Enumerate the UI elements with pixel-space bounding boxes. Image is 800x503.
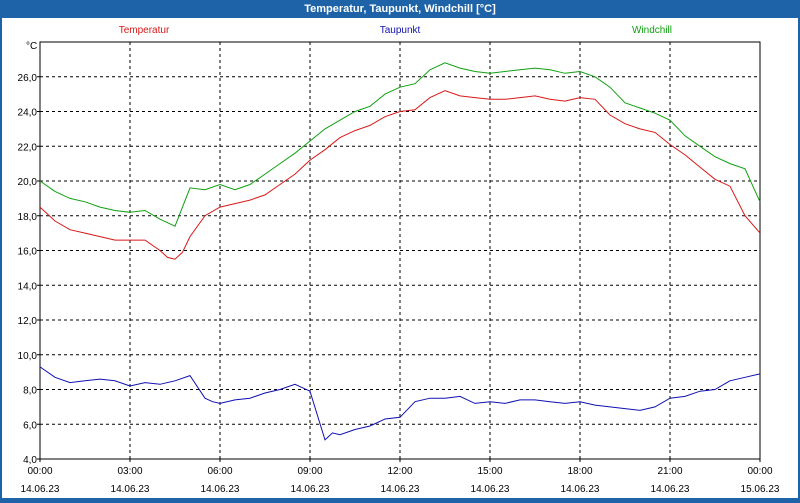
x-tick-label-time: 03:00 [117, 466, 142, 477]
chart-title: Temperatur, Taupunkt, Windchill [°C] [304, 3, 496, 15]
y-axis-label: °C [26, 41, 37, 52]
x-tick-label-time: 00:00 [747, 466, 772, 477]
x-tick-label-date: 15.06.23 [741, 484, 780, 495]
y-tick-label: 18,0 [18, 212, 38, 223]
legend-entry-taupunkt: Taupunkt [380, 25, 421, 36]
y-tick-label: 14,0 [18, 281, 38, 292]
x-tick-label-date: 14.06.23 [381, 484, 420, 495]
x-tick-label-date: 14.06.23 [471, 484, 510, 495]
y-tick-label: 26,0 [18, 73, 38, 84]
x-tick-label-date: 14.06.23 [651, 484, 690, 495]
y-tick-label: 20,0 [18, 177, 38, 188]
x-tick-label-time: 00:00 [27, 466, 52, 477]
y-tick-label: 10,0 [18, 351, 38, 362]
x-tick-label-time: 06:00 [207, 466, 232, 477]
y-tick-label: 12,0 [18, 316, 38, 327]
y-tick-label: 6,0 [23, 420, 37, 431]
x-tick-label-date: 14.06.23 [561, 484, 600, 495]
y-tick-label: 8,0 [23, 386, 37, 397]
x-tick-label-time: 09:00 [297, 466, 322, 477]
x-tick-label-time: 21:00 [657, 466, 682, 477]
x-tick-label-time: 18:00 [567, 466, 592, 477]
x-tick-label-date: 14.06.23 [111, 484, 150, 495]
line-chart: 4,0 6,0 8,0 10,0 12,0 14,0 16,0 18,0 20,0 22,0 24,… [18, 25, 780, 495]
x-tick-label-time: 15:00 [477, 466, 502, 477]
legend-entry-temperatur: Temperatur [119, 25, 170, 36]
x-tick-label-date: 14.06.23 [201, 484, 240, 495]
y-tick-label: 16,0 [18, 247, 38, 258]
x-tick-label-time: 12:00 [387, 466, 412, 477]
legend-entry-windchill: Windchill [632, 25, 672, 36]
y-tick-label: 24,0 [18, 108, 38, 119]
y-tick-label: 4,0 [23, 455, 37, 466]
y-tick-label: 22,0 [18, 142, 38, 153]
chart-panel: 4,0 6,0 8,0 10,0 12,0 14,0 16,0 18,0 20,0 22,0 24,… [2, 18, 798, 498]
x-tick-label-date: 14.06.23 [291, 484, 330, 495]
x-tick-label-date: 14.06.23 [21, 484, 60, 495]
chart-window: Temperatur, Taupunkt, Windchill [°C] 4,0… [0, 0, 800, 500]
